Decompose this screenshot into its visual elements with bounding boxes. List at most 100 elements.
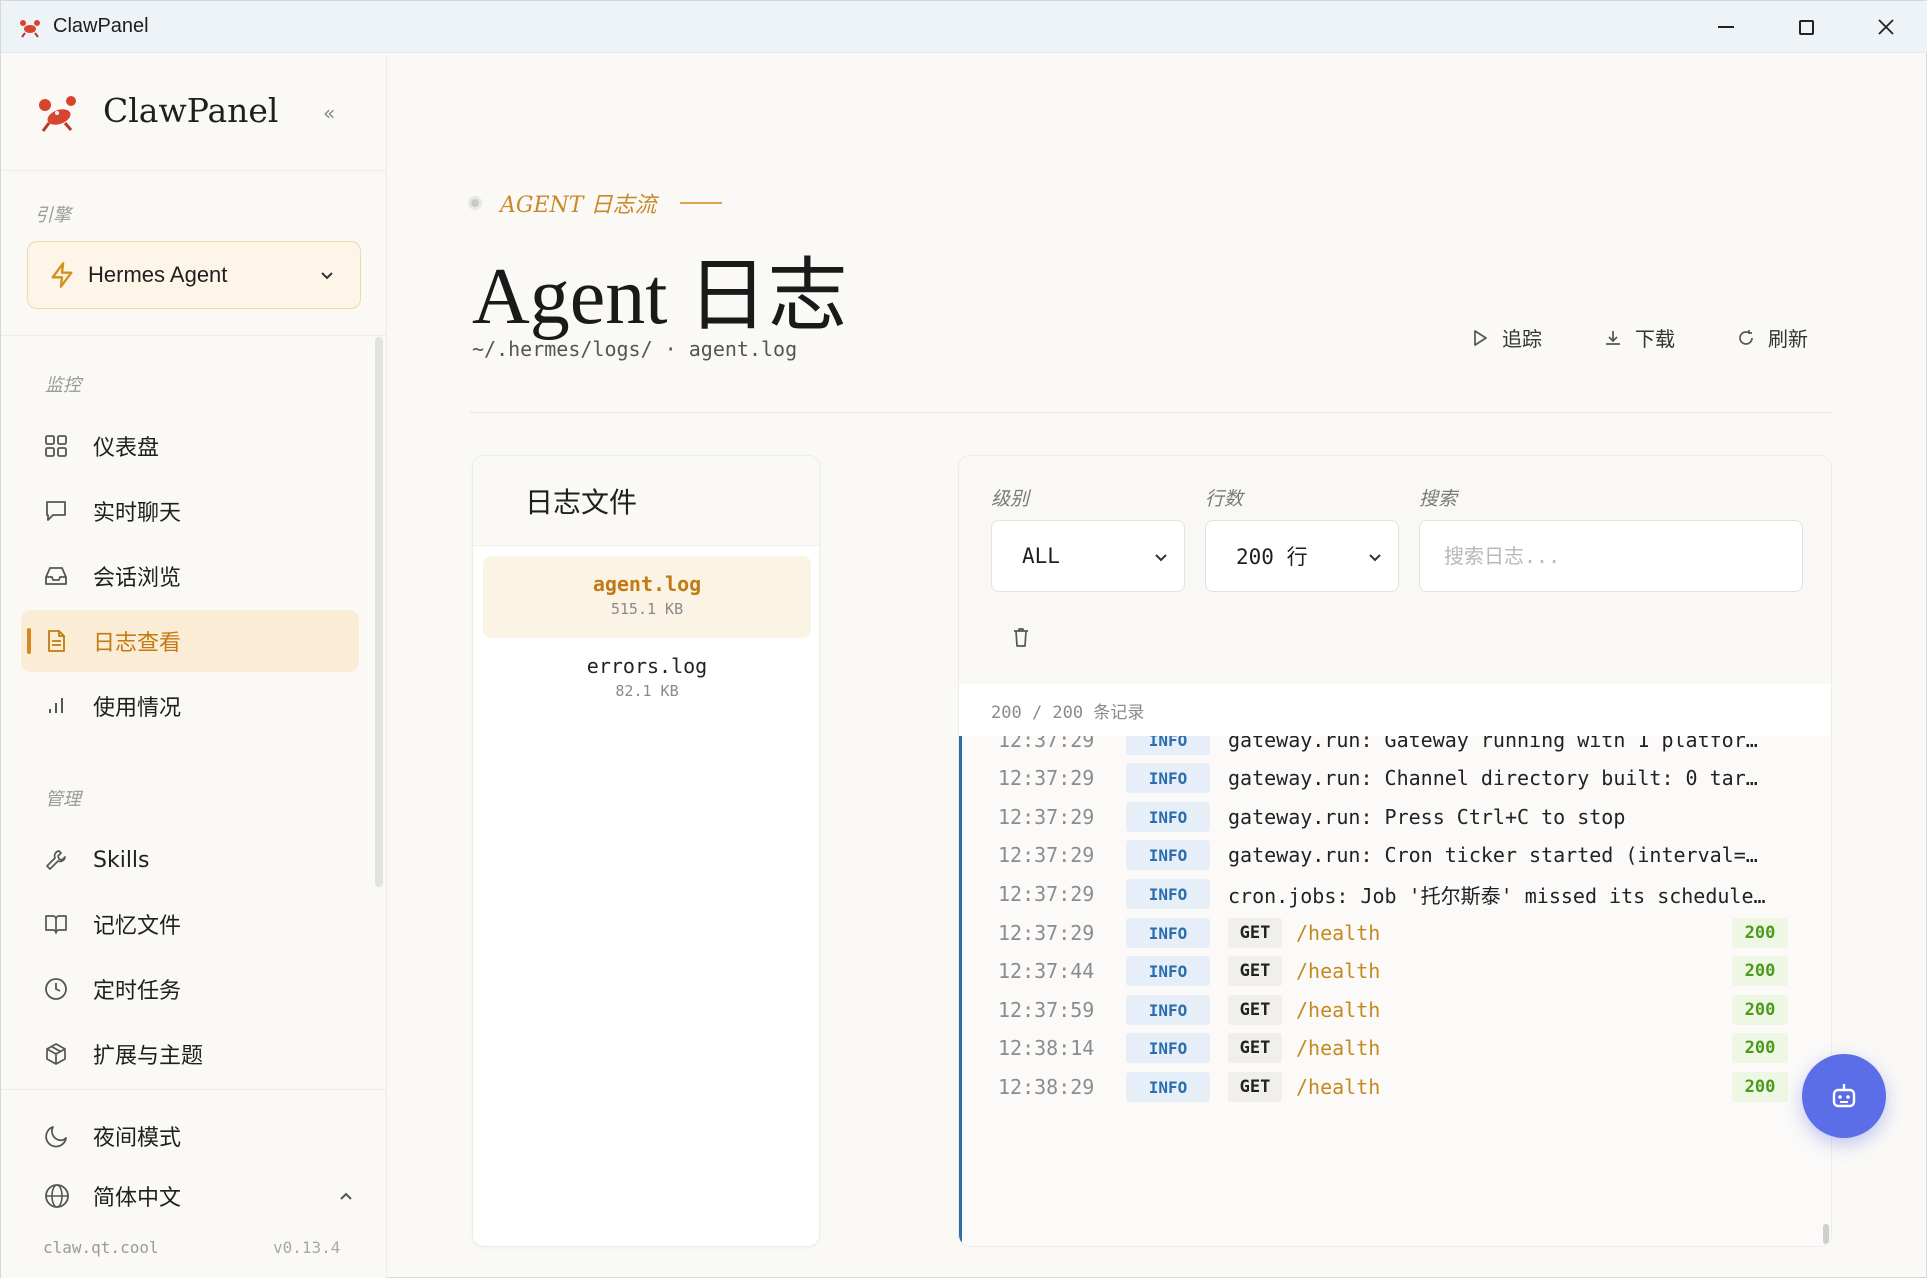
level-select-value: ALL — [1022, 544, 1060, 568]
log-row: 12:37:29 INFO gateway.run: Channel direc… — [962, 758, 1822, 798]
log-level-badge: INFO — [1126, 918, 1210, 948]
log-level-badge: INFO — [1126, 1033, 1210, 1063]
version-label: v0.13.4 — [273, 1238, 341, 1257]
engine-select[interactable]: Hermes Agent — [27, 241, 361, 309]
engine-select-value: Hermes Agent — [88, 262, 228, 287]
log-row: 12:38:29 INFO GET /health 200 — [962, 1067, 1822, 1107]
file-item-agent-log[interactable]: agent.log 515.1 KB — [483, 556, 811, 638]
nav-item-cron[interactable]: 定时任务 — [21, 958, 359, 1020]
nav-item-label: 日志查看 — [93, 631, 182, 656]
file-item-errors-log[interactable]: errors.log 82.1 KB — [483, 638, 811, 720]
log-row: 12:37:29 INFO GET /health 200 — [962, 913, 1822, 953]
rows-select-value: 200 行 — [1236, 545, 1308, 569]
nav-item-skills[interactable]: Skills — [21, 829, 359, 891]
minimize-button[interactable] — [1686, 1, 1766, 53]
level-select[interactable]: ALL — [991, 520, 1185, 592]
clock-icon — [45, 978, 67, 1000]
document-icon — [48, 630, 65, 652]
lobster-icon — [20, 19, 40, 38]
language-select[interactable]: 简体中文 — [21, 1169, 359, 1223]
log-level-badge: INFO — [1126, 995, 1210, 1025]
log-list[interactable]: 12:37:29 INFO gateway.run: Gateway runni… — [959, 736, 1831, 1246]
nav-item-logs[interactable]: 日志查看 — [21, 610, 359, 672]
record-count-bar: 200 / 200 条记录 — [959, 684, 1831, 736]
status-code-badge: 200 — [1732, 956, 1788, 986]
wrench-icon — [46, 850, 66, 870]
log-time: 12:38:29 — [998, 1075, 1095, 1099]
nav-item-usage[interactable]: 使用情况 — [21, 675, 359, 737]
chevron-down-icon — [1155, 554, 1167, 562]
log-scrollbar[interactable] — [1823, 1224, 1829, 1244]
download-button[interactable]: 下载 — [1603, 323, 1675, 352]
maximize-button[interactable] — [1766, 1, 1846, 53]
nav-item-extensions[interactable]: 扩展与主题 — [21, 1023, 359, 1085]
file-name: agent.log — [592, 572, 702, 596]
log-files-title: 日志文件 — [525, 485, 638, 519]
log-time: 12:37:29 — [998, 921, 1095, 945]
rows-select[interactable]: 200 行 — [1205, 520, 1399, 592]
bar-chart-icon — [49, 698, 63, 713]
log-level-badge: INFO — [1126, 1072, 1210, 1102]
collapse-sidebar-button[interactable]: « — [323, 101, 335, 125]
nav-item-label: Skills — [93, 847, 150, 873]
download-icon — [1606, 330, 1620, 345]
sidebar-divider — [1, 1089, 387, 1090]
log-time: 12:37:29 — [998, 882, 1095, 906]
window-title: ClawPanel — [53, 15, 149, 37]
http-method-badge: GET — [1228, 995, 1282, 1025]
minimize-icon — [1718, 26, 1734, 28]
sidebar-scrollbar[interactable] — [375, 337, 383, 887]
monitor-section-label: 监控 — [45, 375, 81, 396]
site-link[interactable]: claw.qt.cool — [43, 1238, 159, 1257]
nav-item-chat[interactable]: 实时聊天 — [21, 480, 359, 542]
log-files-header: 日志文件 — [473, 456, 819, 546]
nav-item-memory[interactable]: 记忆文件 — [21, 893, 359, 955]
level-filter-label: 级别 — [991, 488, 1030, 510]
log-row: 12:37:59 INFO GET /health 200 — [962, 990, 1822, 1030]
file-size: 82.1 KB — [615, 682, 679, 700]
log-time: 12:37:29 — [998, 805, 1095, 829]
log-level-badge: INFO — [1126, 879, 1210, 909]
nav-item-label: 实时聊天 — [93, 501, 182, 526]
log-row: 12:37:29 INFO gateway.run: Cron ticker s… — [962, 835, 1822, 875]
log-files-panel: 日志文件 agent.log 515.1 KB errors.log 82.1 … — [472, 455, 820, 1247]
nav-item-label: 仪表盘 — [93, 436, 160, 461]
request-path: /health — [1296, 1036, 1381, 1060]
eyebrow: AGENT 日志流 — [468, 187, 723, 219]
chevron-up-icon — [340, 1192, 352, 1200]
trace-button[interactable]: 追踪 — [1470, 323, 1542, 352]
log-message: cron.jobs: Job '托尔斯泰' missed its schedul… — [1228, 883, 1766, 908]
search-input[interactable] — [1419, 520, 1803, 592]
lobster-logo-icon — [39, 96, 76, 132]
nav-item-dashboard[interactable]: 仪表盘 — [21, 415, 359, 477]
nav-item-label: 扩展与主题 — [93, 1044, 204, 1069]
request-path: /health — [1296, 998, 1381, 1022]
trace-label: 追踪 — [1502, 327, 1542, 351]
log-message: gateway.run: Channel directory built: 0 … — [1228, 766, 1758, 790]
close-button[interactable] — [1846, 1, 1926, 53]
language-label: 简体中文 — [93, 1186, 182, 1211]
log-time: 12:37:29 — [998, 736, 1095, 752]
request-path: /health — [1296, 959, 1381, 983]
chat-icon — [46, 501, 66, 521]
rows-filter-label: 行数 — [1205, 488, 1244, 510]
manage-section-label: 管理 — [45, 789, 81, 810]
refresh-button[interactable]: 刷新 — [1736, 323, 1808, 352]
http-method-badge: GET — [1228, 918, 1282, 948]
log-message: gateway.run: Cron ticker started (interv… — [1228, 843, 1758, 867]
night-mode-label: 夜间模式 — [93, 1126, 182, 1151]
log-time: 12:37:59 — [998, 998, 1095, 1022]
log-row: 12:38:14 INFO GET /health 200 — [962, 1028, 1822, 1068]
log-level-badge: INFO — [1126, 763, 1210, 793]
night-mode-toggle[interactable]: 夜间模式 — [21, 1109, 359, 1163]
maximize-icon — [1798, 19, 1814, 35]
globe-icon — [45, 1184, 69, 1208]
log-level-badge: INFO — [1126, 802, 1210, 832]
refresh-icon — [1739, 329, 1753, 345]
nav-item-sessions[interactable]: 会话浏览 — [21, 545, 359, 607]
trash-icon[interactable] — [1011, 626, 1031, 648]
log-row: 12:37:29 INFO gateway.run: Press Ctrl+C … — [962, 797, 1822, 837]
nav-item-label: 使用情况 — [93, 696, 182, 721]
filter-bar: 级别 ALL 行数 200 行 搜索 — [959, 456, 1831, 684]
assistant-fab-button[interactable] — [1802, 1054, 1886, 1138]
